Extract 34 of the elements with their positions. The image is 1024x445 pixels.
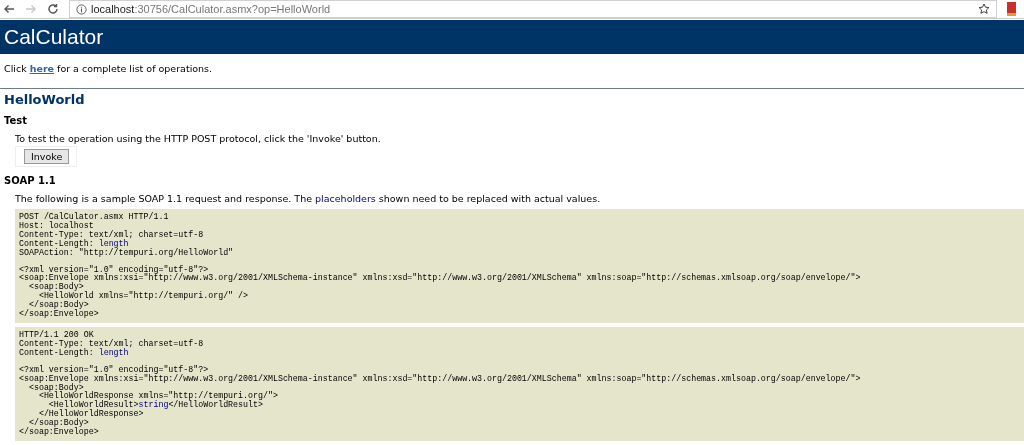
address-bar[interactable]: localhost:30756/CalCulator.asmx?op=HelloWorld xyxy=(69,0,997,18)
section-heading: Test xyxy=(4,115,28,126)
code-line: <HelloWorld xmlns="http://tempuri.org/" /> xyxy=(38,292,249,301)
description-text: The following is a sample SOAP 1.1 request and response. The placeholders shown need to be replaced with actual values. xyxy=(15,193,602,204)
info-icon[interactable] xyxy=(76,3,87,15)
section-heading: SOAP 1.1 xyxy=(4,175,57,186)
code-line: </soap:Envelope> xyxy=(19,310,99,319)
code-line: Content-Length: length xyxy=(19,348,129,358)
code-line: <soap:Body> xyxy=(28,283,84,293)
code-line: <HelloWorldResponse xmlns="http://tempuri.org/"> xyxy=(38,392,278,402)
code-line: <soap:Envelope xmlns:xsi="http://www.w3.org/2001/XMLSchema-instance" xmlns:xsd="http://www.w3.org/2001/XMLSchema" xmlns:soap="http://schemas.xmlsoap.org/soap/envelope/"> xyxy=(19,374,861,384)
code-line: Content-Type: text/xml; charset=utf-8 xyxy=(19,230,204,240)
code-line: </HelloWorldResponse> xyxy=(38,410,144,419)
code-line: <?xml version="1.0" encoding="utf-8"?> xyxy=(19,365,209,375)
code-line: Host: localhost xyxy=(19,221,94,230)
back-icon[interactable] xyxy=(3,4,15,14)
code-line: SOAPAction: "http://tempuri.org/HelloWorld" xyxy=(19,248,234,258)
reload-icon[interactable] xyxy=(47,3,59,15)
page-title: CalCulator xyxy=(4,25,104,49)
code-line: POST /CalCulator.asmx HTTP/1.1 xyxy=(19,213,169,221)
instruction-text: To test the operation using the HTTP POST protocol, click the 'Invoke' button. xyxy=(15,133,382,144)
operation-title: HelloWorld xyxy=(4,92,86,107)
code-line: <soap:Envelope xmlns:xsi="http://www.w3.org/2001/XMLSchema-instance" xmlns:xsd="http://www.w3.org/2001/XMLSchema" xmlns:soap="http://schemas.xmlsoap.org/soap/envelope/"> xyxy=(19,274,861,284)
star-icon[interactable] xyxy=(978,3,990,15)
code-line: Content-Length: length xyxy=(19,239,129,249)
code-line: Content-Type: text/xml; charset=utf-8 xyxy=(19,339,204,349)
code-line: </soap:Body> xyxy=(28,419,89,428)
code-line: </soap:Body> xyxy=(28,301,89,310)
code-line: <soap:Body> xyxy=(28,383,84,393)
intro-text: Click here for a complete list of operations. xyxy=(4,63,214,74)
code-line: HTTP/1.1 200 OK xyxy=(19,330,94,339)
here-link[interactable]: here xyxy=(29,63,54,74)
code-line: </soap:Envelope> xyxy=(19,428,99,437)
invoke-button[interactable]: Invoke xyxy=(24,149,70,164)
